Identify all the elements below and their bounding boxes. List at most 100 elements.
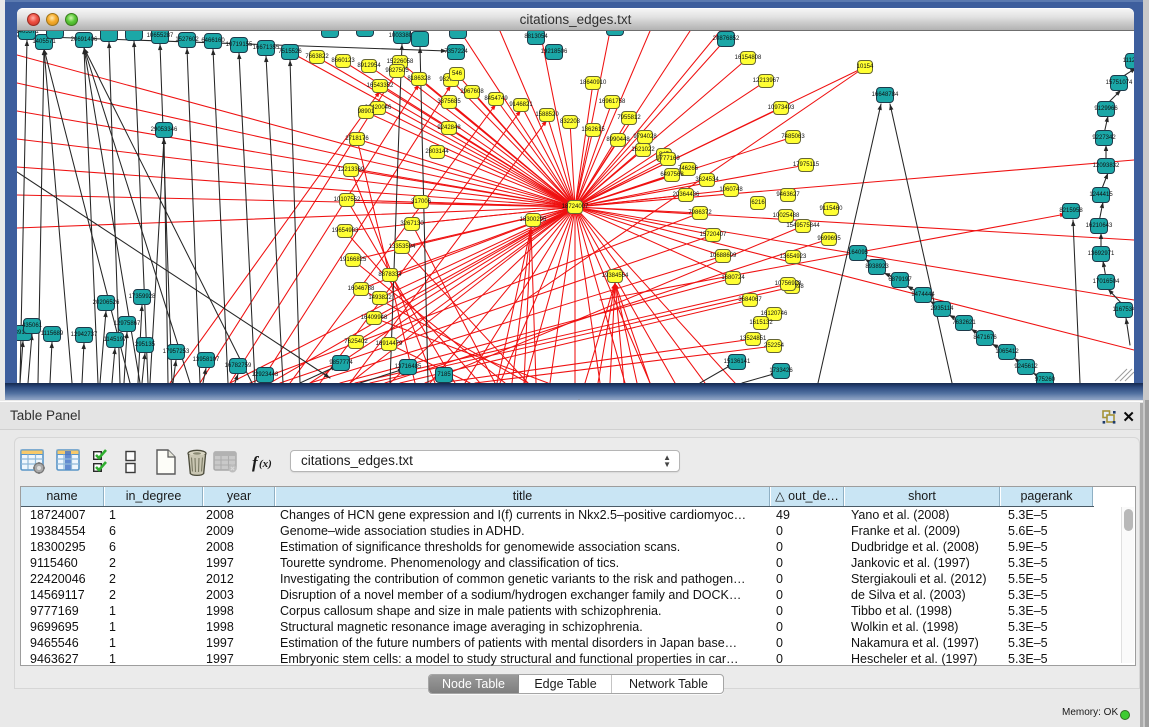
svg-text:(x): (x) (259, 458, 272, 470)
svg-text:1621022: 1621022 (631, 147, 655, 153)
svg-text:13716485: 13716485 (395, 364, 422, 370)
svg-text:1493822: 1493822 (368, 295, 392, 301)
svg-text:13353594: 13353594 (389, 244, 416, 250)
svg-text:10756928: 10756928 (775, 281, 802, 287)
svg-text:18300295: 18300295 (520, 217, 547, 223)
svg-text:10154: 10154 (857, 64, 874, 70)
svg-text:16782759: 16782759 (225, 363, 252, 369)
svg-text:16648784: 16648784 (872, 92, 899, 98)
svg-text:252254: 252254 (764, 343, 785, 349)
svg-text:295135: 295135 (135, 342, 156, 348)
svg-text:1362615: 1362615 (581, 127, 605, 133)
svg-text:435061: 435061 (22, 323, 43, 329)
svg-text:1615132: 1615132 (749, 320, 773, 326)
svg-text:18640910: 18640910 (580, 80, 607, 86)
svg-text:317006: 317006 (411, 199, 432, 205)
svg-text:1065412: 1065412 (995, 349, 1019, 355)
svg-text:832203: 832203 (560, 119, 581, 125)
svg-text:9245612: 9245612 (1014, 364, 1038, 370)
svg-text:9794028: 9794028 (633, 134, 657, 140)
svg-text:2718176: 2718176 (345, 136, 369, 142)
svg-text:16210643: 16210643 (1086, 223, 1113, 229)
svg-text:15751074: 15751074 (1106, 80, 1133, 86)
svg-text:9463627: 9463627 (776, 192, 800, 198)
svg-text:20876852: 20876852 (713, 36, 740, 42)
svg-text:2935114: 2935114 (931, 306, 955, 312)
svg-text:1115689: 1115689 (41, 331, 64, 337)
svg-text:7663822: 7663822 (305, 54, 329, 60)
svg-text:18724007: 18724007 (562, 204, 589, 210)
svg-text:6466160: 6466160 (201, 38, 225, 44)
svg-text:8990448: 8990448 (606, 137, 630, 143)
svg-text:7632621: 7632621 (952, 320, 976, 326)
svg-text:8454749: 8454749 (484, 96, 508, 102)
svg-text:7485063: 7485063 (781, 134, 805, 140)
svg-text:17359928: 17359928 (129, 294, 156, 300)
svg-text:9115460: 9115460 (820, 206, 844, 212)
svg-text:9227342: 9227342 (1092, 135, 1116, 141)
svg-text:8813054: 8813054 (524, 34, 548, 40)
svg-text:12975867: 12975867 (114, 321, 141, 327)
svg-text:7955812: 7955812 (617, 115, 641, 121)
svg-text:546: 546 (452, 71, 463, 77)
svg-text:9827505: 9827505 (385, 68, 409, 74)
svg-text:7625402: 7625402 (344, 339, 368, 345)
svg-text:12942737: 12942737 (71, 332, 98, 338)
svg-text:9146821: 9146821 (509, 102, 533, 108)
svg-text:20206526: 20206526 (93, 300, 120, 306)
svg-text:20364436: 20364436 (673, 192, 700, 198)
svg-text:12213369: 12213369 (338, 167, 365, 173)
svg-text:16409948: 16409948 (361, 315, 388, 321)
svg-text:10655287: 10655287 (147, 33, 174, 39)
svg-text:7515526: 7515526 (278, 49, 302, 55)
svg-text:1549575844: 1549575844 (786, 223, 820, 229)
svg-text:17957253: 17957253 (163, 349, 190, 355)
svg-text:1527602: 1527602 (175, 37, 199, 43)
svg-text:16046788: 16046788 (348, 286, 375, 292)
svg-text:19384554: 19384554 (602, 273, 629, 279)
svg-text:6497568: 6497568 (660, 172, 684, 178)
svg-text:7357224: 7357224 (444, 49, 468, 55)
svg-text:15136141: 15136141 (724, 359, 751, 365)
svg-text:12093832: 12093832 (1093, 163, 1120, 169)
svg-text:12923448: 12923448 (252, 372, 279, 378)
svg-text:16961758: 16961758 (599, 99, 626, 105)
svg-text:15720407: 15720407 (700, 232, 727, 238)
svg-text:8660123: 8660123 (331, 58, 355, 64)
svg-text:1244415: 1244415 (1089, 192, 1113, 198)
svg-text:3684067: 3684067 (738, 297, 762, 303)
svg-text:19218506: 19218506 (541, 49, 568, 55)
svg-text:1405571: 1405571 (17, 31, 39, 35)
svg-text:8186328: 8186328 (407, 76, 431, 82)
svg-text:98901: 98901 (358, 109, 375, 115)
svg-text:6879197: 6879197 (888, 277, 912, 283)
svg-text:1112749: 1112749 (1123, 58, 1134, 64)
svg-text:7185: 7185 (437, 372, 451, 378)
svg-text:16154808: 16154808 (735, 55, 762, 61)
svg-text:1680724: 1680724 (721, 275, 745, 281)
svg-text:13958107: 13958107 (193, 357, 220, 363)
svg-text:2967608: 2967608 (460, 89, 484, 95)
svg-text:12213967: 12213967 (753, 78, 780, 84)
svg-text:10719155: 10719155 (226, 42, 253, 48)
svg-text:9857774: 9857774 (329, 360, 353, 366)
svg-text:6216: 6216 (751, 200, 765, 206)
svg-text:20691406: 20691406 (71, 37, 98, 43)
svg-text:10107552: 10107552 (334, 197, 361, 203)
svg-text:1405571: 1405571 (32, 39, 56, 45)
svg-text:9129966: 9129966 (1094, 106, 1118, 112)
svg-text:7986372: 7986372 (688, 210, 712, 216)
svg-text:9242848: 9242848 (437, 125, 461, 131)
svg-text:17016504: 17016504 (1093, 279, 1120, 285)
svg-text:19166825: 19166825 (340, 257, 367, 263)
svg-text:1060748: 1060748 (719, 187, 743, 193)
svg-text:1733426: 1733426 (769, 368, 793, 374)
svg-text:1167534: 1167534 (1113, 307, 1134, 313)
svg-text:1145197: 1145197 (104, 337, 128, 343)
svg-text:8912954: 8912954 (357, 63, 381, 69)
svg-text:8215958: 8215958 (1059, 208, 1083, 214)
svg-text:1588520: 1588520 (535, 112, 559, 118)
svg-text:9474444: 9474444 (911, 292, 935, 298)
svg-text:19654983: 19654983 (332, 228, 359, 234)
svg-text:3624534: 3624534 (695, 177, 719, 183)
